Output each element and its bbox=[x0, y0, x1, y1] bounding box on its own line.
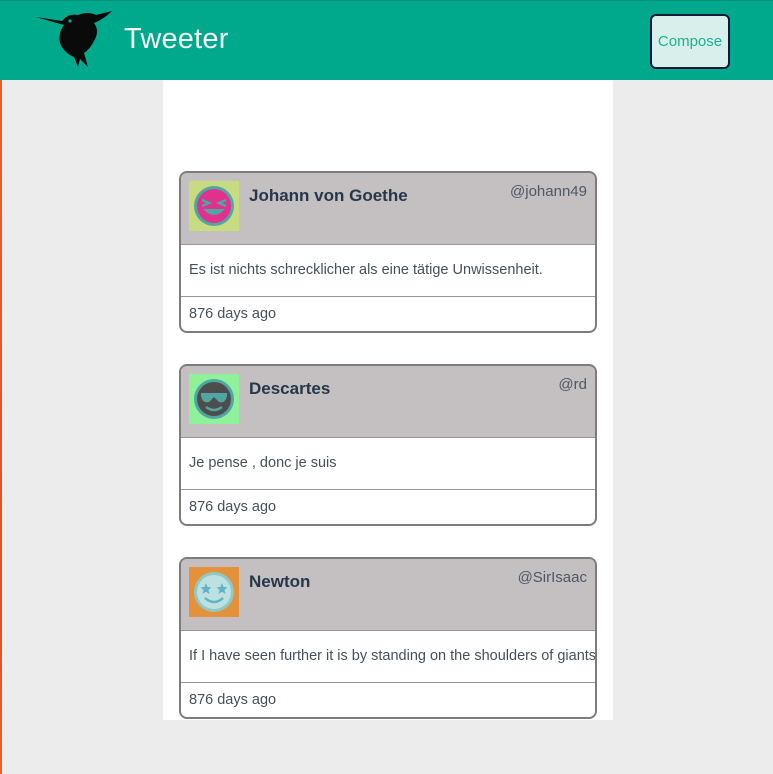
tweet-header: Descartes @rd bbox=[181, 366, 595, 438]
tweet-timestamp: 876 days ago bbox=[189, 692, 277, 708]
tweet-header: Newton @SirIsaac bbox=[181, 559, 595, 631]
author-name: Johann von Goethe bbox=[249, 186, 408, 205]
laughing-face-icon bbox=[189, 181, 239, 231]
author-name: Newton bbox=[249, 572, 311, 591]
tweet-text: Je pense , donc je suis bbox=[189, 455, 337, 471]
author-name: Descartes bbox=[249, 379, 331, 398]
tweet-body: Je pense , donc je suis bbox=[181, 438, 595, 490]
tweet-footer: 876 days ago bbox=[181, 297, 595, 331]
window-edge bbox=[0, 0, 2, 774]
tweet-body: If I have seen further it is by standing… bbox=[181, 631, 595, 683]
hummingbird-icon bbox=[36, 11, 112, 67]
tweet-body: Es ist nichts schrecklicher als eine tät… bbox=[181, 245, 595, 297]
sunglasses-face-icon bbox=[189, 374, 239, 424]
tweet-text: Es ist nichts schrecklicher als eine tät… bbox=[189, 262, 543, 278]
tweet-timestamp: 876 days ago bbox=[189, 499, 277, 515]
tweet-header: Johann von Goethe @johann49 bbox=[181, 173, 595, 245]
tweet-footer: 876 days ago bbox=[181, 490, 595, 524]
tweet-card: Newton @SirIsaac If I have seen further … bbox=[179, 557, 597, 719]
author-handle: @SirIsaac bbox=[517, 569, 587, 586]
star-eyes-face-icon bbox=[189, 567, 239, 617]
tweet-timestamp: 876 days ago bbox=[189, 306, 277, 322]
tweet-card: Johann von Goethe @johann49 Es ist nicht… bbox=[179, 171, 597, 333]
author-handle: @johann49 bbox=[510, 183, 587, 200]
navbar: Tweeter Compose bbox=[0, 0, 773, 80]
compose-button[interactable]: Compose bbox=[650, 14, 730, 69]
author-handle: @rd bbox=[558, 376, 587, 393]
brand-title[interactable]: Tweeter bbox=[124, 23, 229, 56]
tweet-feed: Johann von Goethe @johann49 Es ist nicht… bbox=[163, 80, 613, 720]
tweet-text: If I have seen further it is by standing… bbox=[189, 648, 597, 664]
tweet-footer: 876 days ago bbox=[181, 683, 595, 717]
tweet-card: Descartes @rd Je pense , donc je suis 87… bbox=[179, 364, 597, 526]
